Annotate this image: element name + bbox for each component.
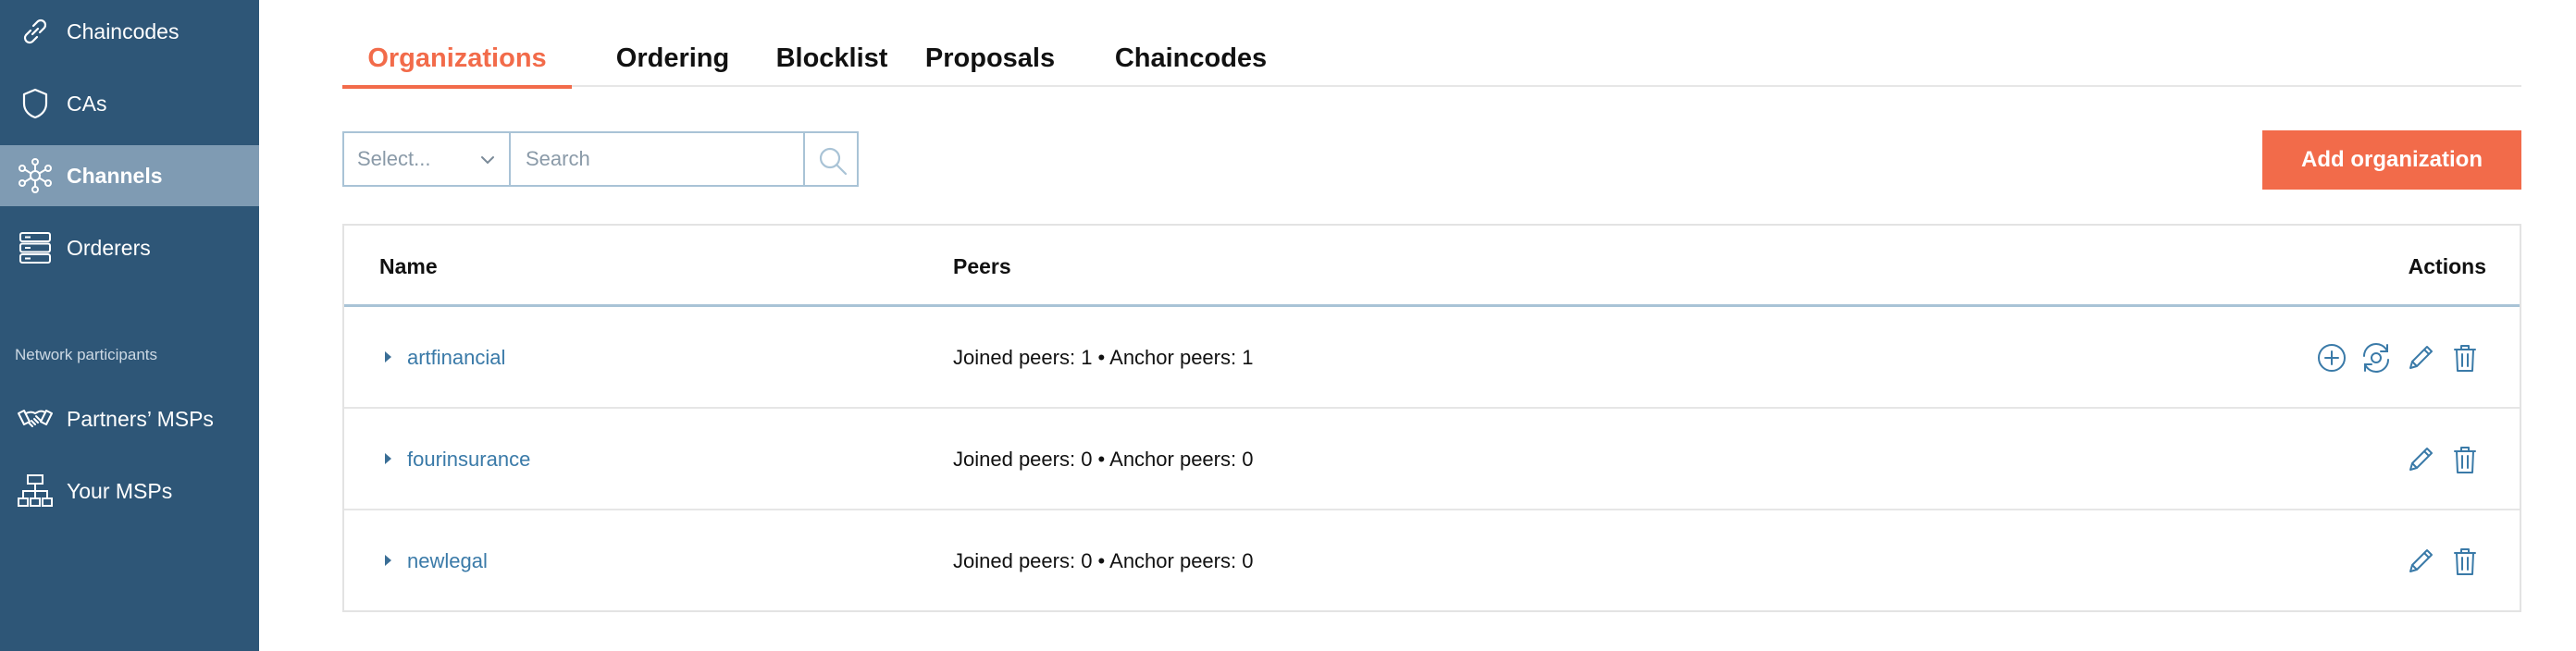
organization-name-link[interactable]: artfinancial	[407, 307, 505, 409]
expand-caret-icon[interactable]	[385, 351, 391, 362]
peers-summary: Joined peers: 1 • Anchor peers: 1	[953, 346, 1254, 369]
tab-chaincodes[interactable]: Chaincodes	[1107, 33, 1275, 87]
table-row: artfinancial Joined peers: 1 • Anchor pe…	[344, 307, 2520, 409]
tab-blocklist[interactable]: Blocklist	[768, 33, 896, 87]
search-button[interactable]	[803, 131, 859, 187]
peers-summary: Joined peers: 0 • Anchor peers: 0	[953, 448, 1254, 471]
sidebar: Chaincodes CAs Channels Orderers Network…	[0, 0, 259, 651]
sidebar-item-channels[interactable]: Channels	[0, 145, 259, 206]
expand-caret-icon[interactable]	[385, 453, 391, 464]
tab-proposals[interactable]: Proposals	[918, 33, 1062, 87]
link-icon	[23, 18, 47, 44]
anchor-peer-icon[interactable]	[2359, 341, 2393, 375]
column-header-actions: Actions	[2408, 254, 2486, 278]
table-row: fourinsurance Joined peers: 0 • Anchor p…	[344, 409, 2520, 510]
delete-icon[interactable]	[2448, 341, 2482, 375]
network-icon	[19, 158, 52, 193]
server-icon	[19, 232, 51, 264]
sidebar-item-chaincodes[interactable]: Chaincodes	[0, 1, 259, 62]
delete-icon[interactable]	[2448, 443, 2482, 476]
search-input[interactable]	[509, 131, 805, 187]
column-header-name: Name	[379, 254, 438, 278]
expand-caret-icon[interactable]	[385, 555, 391, 566]
handshake-icon	[18, 410, 53, 427]
tab-bar: Organizations Ordering Blocklist Proposa…	[342, 33, 2521, 89]
app: Chaincodes CAs Channels Orderers Network…	[0, 0, 2576, 651]
tab-organizations[interactable]: Organizations	[342, 33, 572, 89]
organization-name-link[interactable]: newlegal	[407, 510, 488, 612]
sidebar-item-label: Channels	[67, 164, 163, 188]
organization-name-link[interactable]: fourinsurance	[407, 409, 530, 510]
edit-icon[interactable]	[2404, 443, 2437, 476]
delete-icon[interactable]	[2448, 545, 2482, 578]
add-peer-icon[interactable]	[2315, 341, 2348, 375]
shield-icon	[22, 88, 48, 119]
sidebar-item-label: Your MSPs	[67, 479, 173, 503]
sidebar-item-label: Chaincodes	[67, 19, 180, 43]
section-label: Network participants	[15, 346, 158, 363]
sidebar-item-partners-msps[interactable]: Partners’ MSPs	[0, 388, 259, 449]
edit-icon[interactable]	[2404, 545, 2437, 578]
tab-ordering[interactable]: Ordering	[600, 33, 746, 87]
sidebar-item-cas[interactable]: CAs	[0, 73, 259, 134]
table-header: Name Peers Actions	[344, 226, 2520, 307]
add-organization-button[interactable]: Add organization	[2262, 130, 2521, 190]
chevron-down-icon	[481, 156, 494, 165]
filter-select[interactable]: Select...	[342, 131, 509, 187]
edit-icon[interactable]	[2404, 341, 2437, 375]
peers-summary: Joined peers: 0 • Anchor peers: 0	[953, 549, 1254, 572]
column-header-peers: Peers	[953, 254, 1011, 278]
search-icon	[819, 147, 848, 176]
sidebar-item-label: Partners’ MSPs	[67, 407, 214, 431]
organizations-table: Name Peers Actions artfinancial Joined p…	[342, 224, 2521, 612]
sidebar-item-label: CAs	[67, 92, 107, 116]
hierarchy-icon	[18, 474, 53, 507]
sidebar-item-label: Orderers	[67, 236, 151, 260]
sidebar-item-your-msps[interactable]: Your MSPs	[0, 461, 259, 522]
sidebar-item-orderers[interactable]: Orderers	[0, 217, 259, 278]
select-placeholder: Select...	[357, 147, 431, 170]
table-row: newlegal Joined peers: 0 • Anchor peers:…	[344, 510, 2520, 612]
